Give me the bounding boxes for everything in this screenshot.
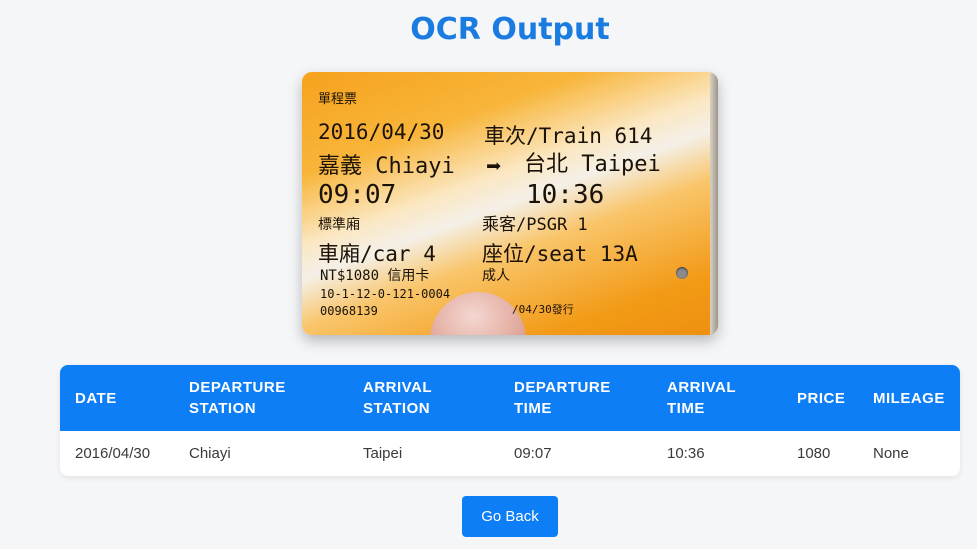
header-price: PRICE xyxy=(797,389,846,407)
header-arrival-station: ARRIVAL STATION xyxy=(363,379,433,417)
header-departure-station: DEPARTURE STATION xyxy=(189,379,286,417)
cell-date: 2016/04/30 xyxy=(75,445,151,462)
ticket-to: 台北 Taipei xyxy=(524,152,661,177)
header-departure-time: DEPARTURE TIME xyxy=(514,379,611,417)
cell-arrival-station: Taipei xyxy=(363,445,403,462)
ticket-seat: 座位/seat 13A xyxy=(482,242,638,266)
cell-arrival-time: 10:36 xyxy=(667,445,705,462)
cell-departure-time: 09:07 xyxy=(514,445,552,462)
ticket-date: 2016/04/30 xyxy=(318,120,445,144)
header-date: DATE xyxy=(75,389,117,407)
ticket-fare: NT$1080 信用卡 xyxy=(320,268,430,284)
ticket-serial: 00968139 xyxy=(320,304,378,318)
header-arrival-time: ARRIVAL TIME xyxy=(667,379,737,417)
ocr-result-table: DATE DEPARTURE STATION ARRIVAL STATION D… xyxy=(60,365,960,476)
header-mileage: MILEAGE xyxy=(873,389,945,407)
arrow-right-icon: ➡ xyxy=(486,152,502,182)
ticket-departure-time: 09:07 xyxy=(318,180,397,210)
ticket-car: 車廂/car 4 xyxy=(318,242,436,266)
ticket-passenger: 乘客/PSGR 1 xyxy=(482,215,588,235)
cell-departure-station: Chiayi xyxy=(189,445,231,462)
table-header: DATE DEPARTURE STATION ARRIVAL STATION D… xyxy=(60,365,960,431)
ticket-from: 嘉義 Chiayi xyxy=(318,154,455,179)
cell-price: 1080 xyxy=(797,445,831,462)
ticket-arrival-time: 10:36 xyxy=(526,180,605,210)
ticket-image: 單程票 2016/04/30 車次/Train 614 嘉義 Chiayi ➡ … xyxy=(302,72,718,335)
ticket-class: 標準廂 xyxy=(318,217,360,233)
cell-mileage: None xyxy=(873,445,909,462)
ticket-code: 10-1-12-0-121-0004 xyxy=(320,287,451,301)
go-back-button[interactable]: Go Back xyxy=(462,496,558,537)
ticket-passenger-type: 成人 xyxy=(482,268,510,284)
page-title: OCR Output xyxy=(410,12,610,47)
ticket-issued: /04/30發行 xyxy=(512,303,574,316)
ticket-punch-hole xyxy=(676,267,688,279)
ticket-type-label: 單程票 xyxy=(318,92,358,107)
ticket-edge xyxy=(710,72,718,335)
